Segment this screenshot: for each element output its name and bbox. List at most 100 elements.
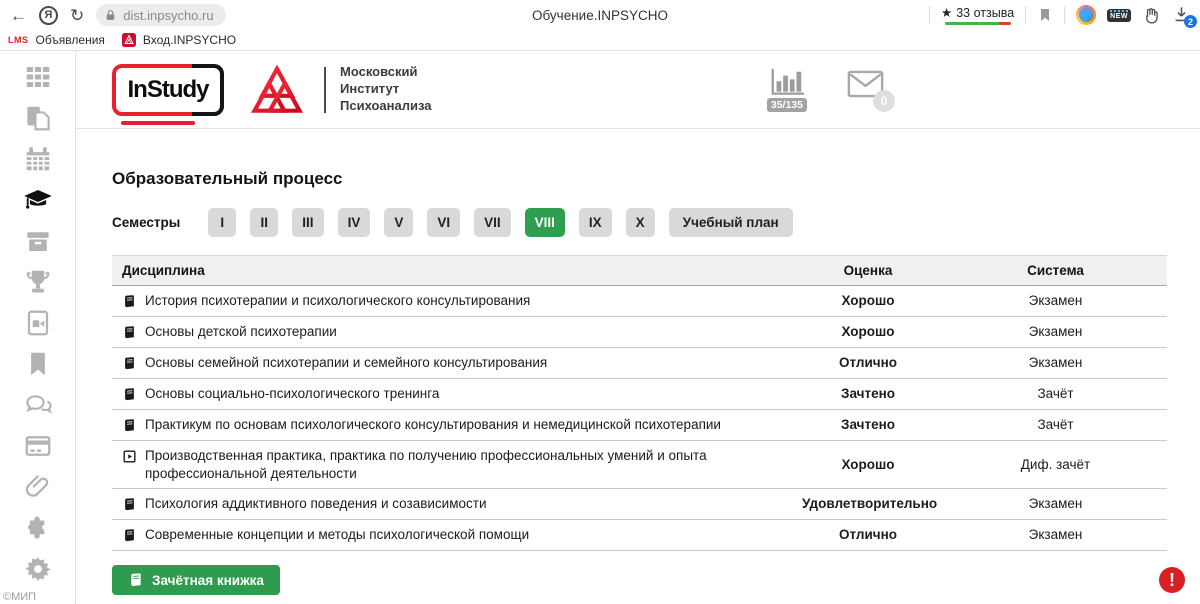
sidebar-item-modules[interactable] bbox=[22, 515, 54, 546]
discipline-name: Практикум по основам психологического ко… bbox=[145, 416, 721, 434]
sidebar-item-bookmarks[interactable] bbox=[22, 351, 54, 382]
semester-tab-VI[interactable]: VI bbox=[427, 208, 460, 237]
institute-name-line: Психоанализа bbox=[340, 98, 432, 115]
discipline-name: История психотерапии и психологического … bbox=[145, 292, 530, 310]
discipline-name: Современные концепции и методы психологи… bbox=[145, 526, 529, 544]
bookmark-login[interactable]: Вход.INPSYCHO bbox=[143, 33, 236, 47]
mail-widget[interactable]: 0 bbox=[847, 70, 884, 103]
sidebar-item-video[interactable] bbox=[22, 310, 54, 341]
semester-tab-III[interactable]: III bbox=[292, 208, 323, 237]
semester-tab-X[interactable]: X bbox=[626, 208, 655, 237]
main-area: InStudy МосковскийИнститутПсихоанализа 3… bbox=[76, 51, 1200, 604]
system-value: Диф. зачёт bbox=[944, 441, 1167, 489]
bookmark-announcements[interactable]: Объявления bbox=[36, 33, 105, 47]
institute-favicon bbox=[122, 33, 136, 47]
trophy-icon bbox=[23, 267, 53, 302]
institute-name: МосковскийИнститутПсихоанализа bbox=[340, 64, 432, 115]
grades-table: Дисциплина Оценка Система История психот… bbox=[112, 255, 1167, 551]
institute-name-line: Московский bbox=[340, 64, 432, 81]
address-bar[interactable]: dist.inpsycho.ru bbox=[96, 4, 225, 26]
sidebar-item-files[interactable] bbox=[22, 474, 54, 505]
star-icon: ★ bbox=[941, 5, 952, 20]
instudy-logo[interactable]: InStudy bbox=[112, 64, 224, 116]
bookmark-icon bbox=[23, 349, 53, 384]
progress-badge: 35/135 bbox=[767, 98, 807, 112]
book-icon bbox=[122, 324, 137, 341]
book-icon bbox=[122, 386, 137, 403]
institute-logo-icon[interactable] bbox=[250, 64, 304, 116]
separator bbox=[1064, 6, 1065, 24]
back-icon[interactable]: ← bbox=[10, 7, 27, 24]
system-value: Экзамен bbox=[944, 317, 1167, 348]
discipline-name: Основы детской психотерапии bbox=[145, 323, 337, 341]
semester-tab-V[interactable]: V bbox=[384, 208, 413, 237]
discipline-name: Производственная практика, практика по п… bbox=[145, 447, 782, 482]
page-title: Образовательный процесс bbox=[112, 169, 1200, 189]
sidebar-item-payments[interactable] bbox=[22, 433, 54, 464]
discipline-name: Основы социально-психологического тренин… bbox=[145, 385, 439, 403]
discipline-row[interactable]: Современные концепции и методы психологи… bbox=[112, 520, 1167, 551]
instudy-stand bbox=[121, 121, 195, 125]
alert-icon[interactable]: ! bbox=[1159, 567, 1185, 593]
gear-icon bbox=[23, 554, 53, 589]
hand-icon[interactable] bbox=[1142, 6, 1161, 25]
sidebar-item-documents[interactable] bbox=[22, 105, 54, 136]
refresh-icon[interactable]: ↻ bbox=[70, 7, 84, 24]
sidebar-item-education[interactable] bbox=[22, 187, 54, 218]
col-header-discipline: Дисциплина bbox=[112, 256, 792, 286]
system-value: Зачёт bbox=[944, 410, 1167, 441]
semester-tab-I[interactable]: I bbox=[208, 208, 236, 237]
lms-favicon: LMS bbox=[8, 35, 29, 45]
sidebar-item-awards[interactable] bbox=[22, 269, 54, 300]
sidebar-item-calendar[interactable] bbox=[22, 146, 54, 177]
book-icon bbox=[122, 293, 137, 310]
discipline-row[interactable]: История психотерапии и психологического … bbox=[112, 286, 1167, 317]
new-extension-icon[interactable]: NEW bbox=[1107, 9, 1131, 22]
grade-value: Зачтено bbox=[792, 379, 944, 410]
footer-row: Зачётная книжка bbox=[112, 565, 1200, 595]
brand-name: InStudy bbox=[112, 64, 224, 116]
graduation-cap-icon bbox=[23, 185, 53, 220]
calendar-icon bbox=[23, 144, 53, 179]
sidebar-item-settings[interactable] bbox=[22, 556, 54, 587]
extension-icon[interactable] bbox=[1076, 5, 1096, 25]
discipline-row[interactable]: Основы семейной психотерапии и семейного… bbox=[112, 348, 1167, 379]
card-icon bbox=[23, 431, 53, 466]
study-plan-button[interactable]: Учебный план bbox=[669, 208, 793, 237]
header-stats: 35/135 0 bbox=[767, 67, 884, 112]
grades-table-body: История психотерапии и психологического … bbox=[112, 286, 1167, 551]
sidebar-nav: ©МИП bbox=[0, 51, 76, 604]
system-value: Экзамен bbox=[944, 348, 1167, 379]
semesters-label: Семестры bbox=[112, 215, 180, 230]
system-value: Экзамен bbox=[944, 489, 1167, 520]
gradebook-button[interactable]: Зачётная книжка bbox=[112, 565, 280, 595]
semester-tab-II[interactable]: II bbox=[250, 208, 278, 237]
progress-widget[interactable]: 35/135 bbox=[767, 67, 807, 112]
downloads-button[interactable]: 2 bbox=[1172, 5, 1192, 25]
discipline-row[interactable]: Психология аддиктивного поведения и соза… bbox=[112, 489, 1167, 520]
semester-tab-VII[interactable]: VII bbox=[474, 208, 511, 237]
browser-logo-icon[interactable]: Я bbox=[39, 6, 58, 25]
semester-tab-IX[interactable]: IX bbox=[579, 208, 612, 237]
system-value: Экзамен bbox=[944, 520, 1167, 551]
semester-tab-VIII[interactable]: VIII bbox=[525, 208, 565, 237]
book-icon bbox=[122, 527, 137, 544]
sidebar-item-archive[interactable] bbox=[22, 228, 54, 259]
discipline-row[interactable]: Практикум по основам психологического ко… bbox=[112, 410, 1167, 441]
sidebar-item-messages[interactable] bbox=[22, 392, 54, 423]
semester-tab-IV[interactable]: IV bbox=[338, 208, 371, 237]
logo-divider bbox=[324, 67, 326, 113]
book-icon bbox=[122, 355, 137, 372]
archive-box-icon bbox=[23, 226, 53, 261]
grade-value: Хорошо bbox=[792, 286, 944, 317]
grade-value: Отлично bbox=[792, 520, 944, 551]
discipline-row[interactable]: Основы социально-психологического тренин… bbox=[112, 379, 1167, 410]
sidebar-item-dashboard[interactable] bbox=[22, 64, 54, 95]
reviews-widget[interactable]: ★ 33 отзыва bbox=[941, 5, 1014, 25]
discipline-row[interactable]: Основы детской психотерапии ХорошоЭкзамен bbox=[112, 317, 1167, 348]
discipline-row[interactable]: Производственная практика, практика по п… bbox=[112, 441, 1167, 489]
gradebook-button-label: Зачётная книжка bbox=[152, 573, 264, 588]
grade-value: Хорошо bbox=[792, 317, 944, 348]
system-value: Экзамен bbox=[944, 286, 1167, 317]
bookmark-flag-icon[interactable] bbox=[1037, 7, 1053, 23]
